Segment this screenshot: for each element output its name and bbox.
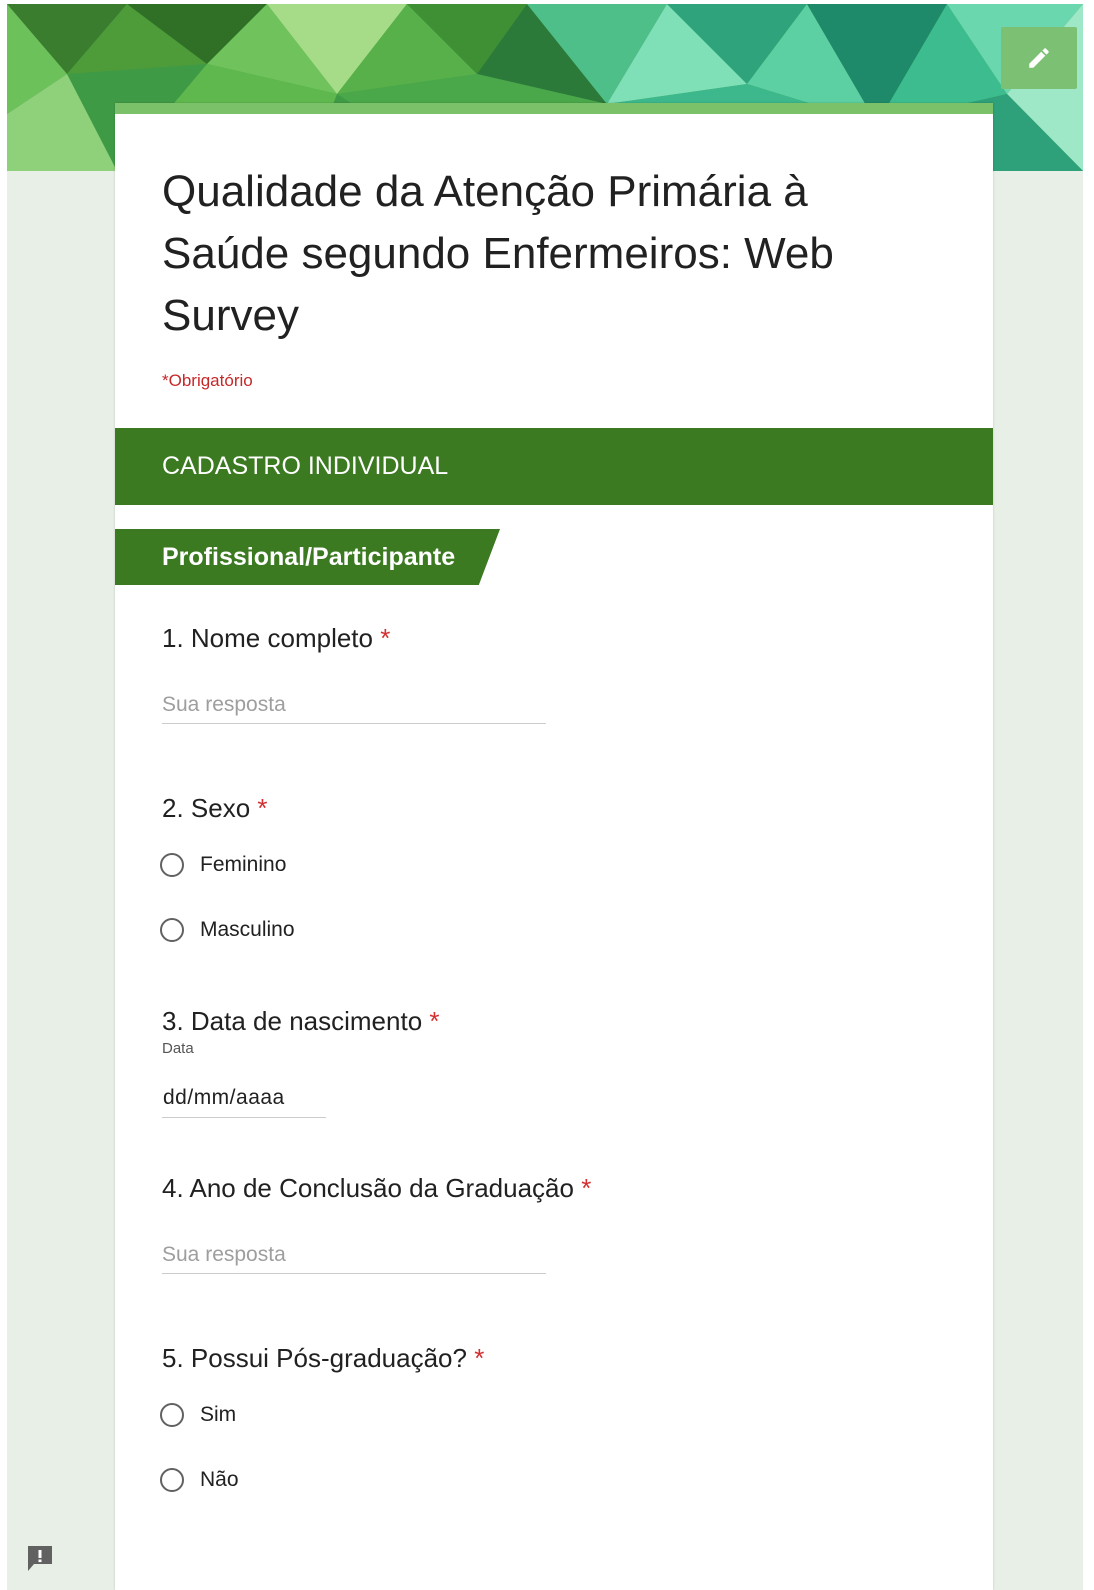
- section-header-label: CADASTRO INDIVIDUAL: [162, 452, 449, 480]
- required-asterisk: *: [581, 1173, 592, 1203]
- date-placeholder: dd/mm/aaaa: [163, 1085, 285, 1109]
- required-asterisk: *: [474, 1343, 485, 1373]
- form-title: Qualidade da Atenção Primária à Saúde se…: [162, 167, 834, 340]
- required-note: *Obrigatório: [162, 371, 253, 390]
- radio-label: Não: [200, 1468, 239, 1491]
- form-card: Qualidade da Atenção Primária à Saúde se…: [115, 103, 993, 1590]
- radio-button[interactable]: [160, 853, 184, 877]
- birth-date-input[interactable]: dd/mm/aaaa: [162, 1078, 326, 1118]
- question-2-title: 2. Sexo *: [162, 793, 268, 824]
- card-accent-bar: [115, 103, 993, 114]
- radio-button[interactable]: [160, 1403, 184, 1427]
- radio-option-nao[interactable]: Não: [160, 1468, 239, 1492]
- radio-label: Feminino: [200, 853, 287, 876]
- radio-label: Sim: [200, 1403, 237, 1426]
- question-4-title: 4. Ano de Conclusão da Graduação *: [162, 1173, 591, 1204]
- edit-button[interactable]: [1001, 27, 1077, 89]
- question-1-title: 1. Nome completo *: [162, 623, 390, 654]
- full-name-input[interactable]: [162, 687, 546, 724]
- feedback-button[interactable]: [26, 1544, 54, 1574]
- question-4-label: 4. Ano de Conclusão da Graduação: [162, 1173, 574, 1203]
- required-asterisk: *: [429, 1006, 440, 1036]
- graduation-year-input[interactable]: [162, 1237, 546, 1274]
- required-asterisk: *: [257, 793, 268, 823]
- question-5-label: 5. Possui Pós-graduação?: [162, 1343, 467, 1373]
- radio-label: Masculino: [200, 918, 295, 941]
- subsection-title: Profissional/Participante: [115, 529, 500, 585]
- subsection-label: Profissional/Participante: [162, 542, 456, 571]
- radio-option-masculino[interactable]: Masculino: [160, 918, 295, 942]
- feedback-icon: [28, 1546, 52, 1571]
- question-1-label: 1. Nome completo: [162, 623, 373, 653]
- question-3-label: 3. Data de nascimento: [162, 1006, 423, 1036]
- radio-option-feminino[interactable]: Feminino: [160, 853, 286, 877]
- radio-button[interactable]: [160, 1468, 184, 1492]
- question-5-title: 5. Possui Pós-graduação? *: [162, 1343, 484, 1374]
- pencil-icon: [1029, 48, 1049, 68]
- required-asterisk: *: [380, 623, 391, 653]
- question-2-label: 2. Sexo: [162, 793, 251, 823]
- radio-option-sim[interactable]: Sim: [160, 1403, 236, 1427]
- section-header: CADASTRO INDIVIDUAL: [115, 428, 993, 505]
- question-3-title: 3. Data de nascimento *: [162, 1006, 440, 1037]
- date-helper-label: Data: [162, 1040, 194, 1057]
- radio-button[interactable]: [160, 918, 184, 942]
